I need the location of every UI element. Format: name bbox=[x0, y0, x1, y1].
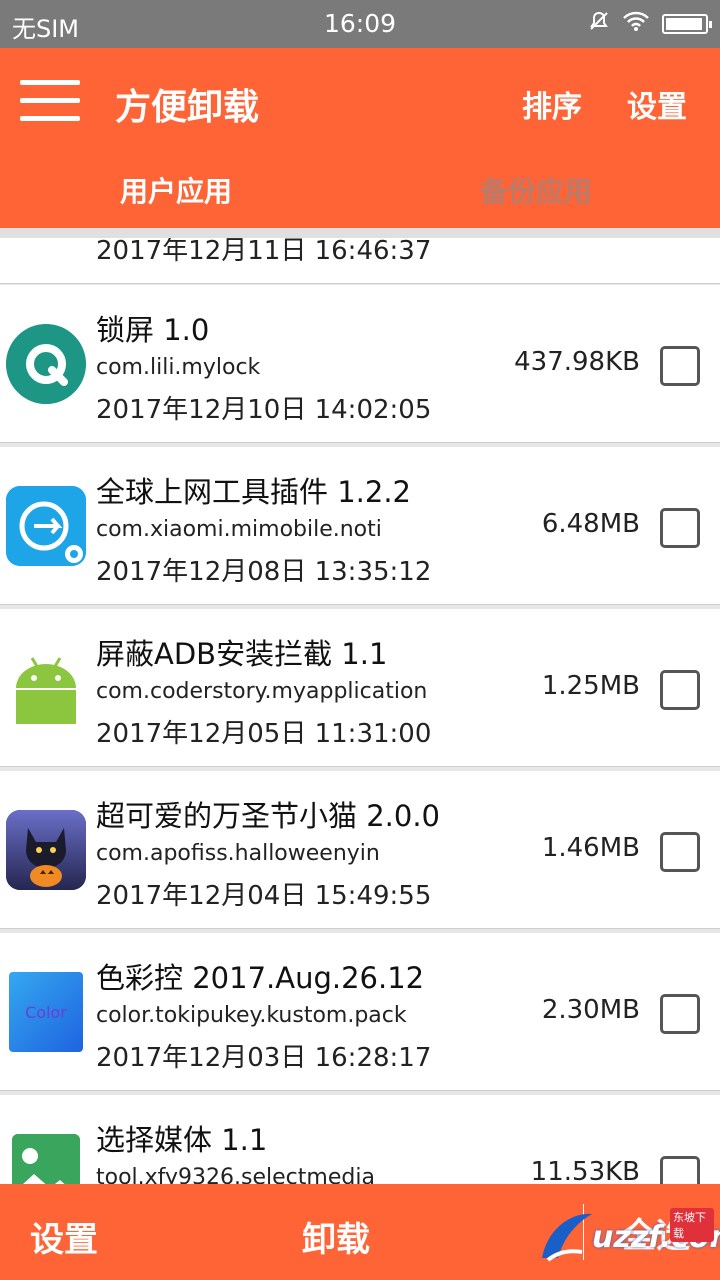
list-item[interactable]: 选择媒体 1.1 tool.xfy9326.selectmedia 11.53K… bbox=[0, 1095, 720, 1184]
app-install-date: 2017年12月03日 16:28:17 bbox=[96, 1043, 432, 1073]
battery-icon bbox=[662, 14, 712, 34]
list-item[interactable]: 全球上网工具插件 1.2.2 com.xiaomi.mimobile.noti … bbox=[0, 447, 720, 605]
app-package: color.tokipukey.kustom.pack bbox=[96, 1003, 407, 1028]
app-install-date: 2017年12月04日 15:49:55 bbox=[96, 881, 432, 911]
list-scroll-edge bbox=[0, 228, 720, 238]
watermark-logo-icon bbox=[542, 1213, 592, 1262]
select-checkbox[interactable] bbox=[660, 508, 700, 548]
bottom-action-bar: 设置 卸载 全选 uzzf.com 东坡下载 bbox=[0, 1184, 720, 1280]
airplane-app-icon bbox=[6, 486, 86, 566]
status-bar: 无SIM 16:09 bbox=[0, 0, 720, 48]
app-package: com.coderstory.myapplication bbox=[96, 679, 428, 704]
tab-backup-apps[interactable]: 备份应用 bbox=[480, 170, 592, 210]
settings-button[interactable]: 设置 bbox=[627, 82, 687, 126]
status-icons bbox=[588, 10, 712, 39]
app-title: 方便卸载 bbox=[115, 87, 260, 128]
select-checkbox[interactable] bbox=[660, 670, 700, 710]
battery-level bbox=[666, 18, 703, 30]
app-package: com.apofiss.halloweenyin bbox=[96, 841, 380, 866]
app-name: 超可爱的万圣节小猫 2.0.0 bbox=[96, 799, 441, 833]
app-list[interactable]: 2017年12月11日 16:46:37 锁屏 1.0 com.lili.myl… bbox=[0, 228, 720, 1184]
app-install-date: 2017年12月08日 13:35:12 bbox=[96, 557, 432, 587]
sort-button[interactable]: 排序 bbox=[522, 82, 582, 126]
select-checkbox[interactable] bbox=[660, 994, 700, 1034]
color-app-icon: Color bbox=[9, 972, 83, 1052]
app-size: 11.53KB bbox=[530, 1157, 640, 1184]
image-app-icon bbox=[12, 1134, 80, 1184]
android-app-icon bbox=[6, 648, 86, 728]
select-checkbox[interactable] bbox=[660, 832, 700, 872]
list-item[interactable]: 屏蔽ADB安装拦截 1.1 com.coderstory.myapplicati… bbox=[0, 609, 720, 767]
halloween-cat-app-icon bbox=[6, 810, 86, 890]
tab-user-apps[interactable]: 用户应用 bbox=[120, 170, 232, 210]
mute-icon bbox=[588, 10, 610, 39]
list-item[interactable]: 超可爱的万圣节小猫 2.0.0 com.apofiss.halloweenyin… bbox=[0, 771, 720, 929]
app-name: 选择媒体 1.1 bbox=[96, 1123, 268, 1157]
app-size: 2.30MB bbox=[541, 995, 640, 1025]
app-bar: 方便卸载 排序 设置 用户应用 备份应用 bbox=[0, 48, 720, 228]
menu-icon[interactable] bbox=[20, 78, 80, 124]
app-name: 屏蔽ADB安装拦截 1.1 bbox=[96, 637, 388, 671]
app-package: com.lili.mylock bbox=[96, 355, 261, 380]
select-checkbox[interactable] bbox=[660, 1156, 700, 1184]
app-size: 437.98KB bbox=[514, 347, 640, 377]
list-item[interactable]: Color 色彩控 2017.Aug.26.12 color.tokipukey… bbox=[0, 933, 720, 1091]
app-install-date: 2017年12月10日 14:02:05 bbox=[96, 395, 432, 425]
wifi-icon bbox=[622, 10, 650, 39]
watermark: uzzf.com 东坡下载 bbox=[534, 1206, 720, 1270]
app-install-date: 2017年12月05日 11:31:00 bbox=[96, 719, 432, 749]
color-icon-text: Color bbox=[25, 1002, 67, 1022]
app-size: 1.25MB bbox=[541, 671, 640, 701]
app-size: 1.46MB bbox=[541, 833, 640, 863]
app-name: 全球上网工具插件 1.2.2 bbox=[96, 475, 412, 509]
uninstall-button[interactable]: 卸载 bbox=[302, 1212, 370, 1261]
app-name: 色彩控 2017.Aug.26.12 bbox=[96, 961, 425, 995]
list-item[interactable]: 锁屏 1.0 com.lili.mylock 2017年12月10日 14:02… bbox=[0, 285, 720, 443]
app-package: com.xiaomi.mimobile.noti bbox=[96, 517, 382, 542]
lock-app-icon bbox=[6, 324, 86, 404]
watermark-subtext: 东坡下载 bbox=[670, 1208, 714, 1242]
select-checkbox[interactable] bbox=[660, 346, 700, 386]
app-size: 6.48MB bbox=[541, 509, 640, 539]
app-package: tool.xfy9326.selectmedia bbox=[96, 1165, 375, 1184]
bottom-settings-button[interactable]: 设置 bbox=[30, 1212, 98, 1261]
app-name: 锁屏 1.0 bbox=[96, 313, 210, 347]
